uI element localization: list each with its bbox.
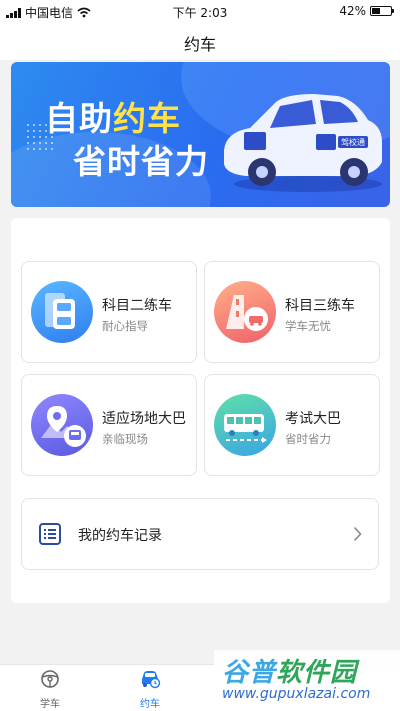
location-bus-icon — [31, 394, 93, 456]
road-car-icon — [214, 281, 276, 343]
service-card-subject3[interactable]: 科目三练车 学车无忧 — [204, 261, 380, 363]
service-title: 科目三练车 — [285, 298, 355, 314]
promo-banner[interactable]: 自助约车 省时省力 驾校通 — [11, 62, 390, 207]
bus-icon — [214, 394, 276, 456]
chevron-right-icon — [353, 526, 362, 542]
nav-bar: 约车 — [0, 22, 400, 60]
service-subtitle: 亲临现场 — [102, 432, 148, 446]
service-card-venue-bus[interactable]: 适应场地大巴 亲临现场 — [21, 374, 197, 476]
service-title: 适应场地大巴 — [102, 411, 186, 427]
practice-car-icon — [31, 281, 93, 343]
battery-percent: 42% — [339, 4, 366, 18]
service-card-exam-bus[interactable]: 考试大巴 省时省力 — [204, 374, 380, 476]
battery-icon — [370, 6, 394, 16]
page-title: 约车 — [183, 35, 216, 54]
tab-learn[interactable]: 学车 — [5, 669, 95, 710]
banner-headline-2: 省时省力 — [73, 142, 209, 181]
service-title: 考试大巴 — [285, 411, 341, 427]
booking-records-row[interactable]: 我的约车记录 — [21, 498, 379, 570]
svg-text:驾校通: 驾校通 — [341, 137, 365, 147]
car-clock-icon — [142, 671, 161, 689]
service-subtitle: 耐心指导 — [102, 319, 148, 333]
watermark-url: www.gupuxlazai.com — [222, 686, 371, 702]
booking-records-label: 我的约车记录 — [78, 528, 162, 544]
steering-wheel-icon — [41, 670, 59, 688]
service-card-subject2[interactable]: 科目二练车 耐心指导 — [21, 261, 197, 363]
tab-label: 约车 — [140, 699, 160, 710]
tab-label: 学车 — [40, 699, 60, 710]
car-illustration: 驾校通 — [224, 94, 382, 192]
services-card: 科目二练车 耐心指导 科目三练车 学车无忧 适应场地大巴 亲临现场 考试大巴 省… — [11, 218, 390, 603]
service-subtitle: 学车无忧 — [285, 319, 331, 333]
service-subtitle: 省时省力 — [285, 432, 331, 446]
status-bar: 中国电信 下午 2:03 42% — [0, 0, 400, 22]
service-title: 科目二练车 — [102, 298, 172, 314]
watermark-logo: 谷普软件园 www.gupuxlazai.com — [214, 650, 400, 708]
tab-booking[interactable]: 约车 — [105, 669, 195, 710]
banner-headline-1: 自助约车 — [45, 99, 181, 138]
status-right: 42% — [339, 4, 394, 18]
list-icon — [39, 523, 61, 545]
watermark-title: 谷普软件园 — [222, 658, 358, 688]
